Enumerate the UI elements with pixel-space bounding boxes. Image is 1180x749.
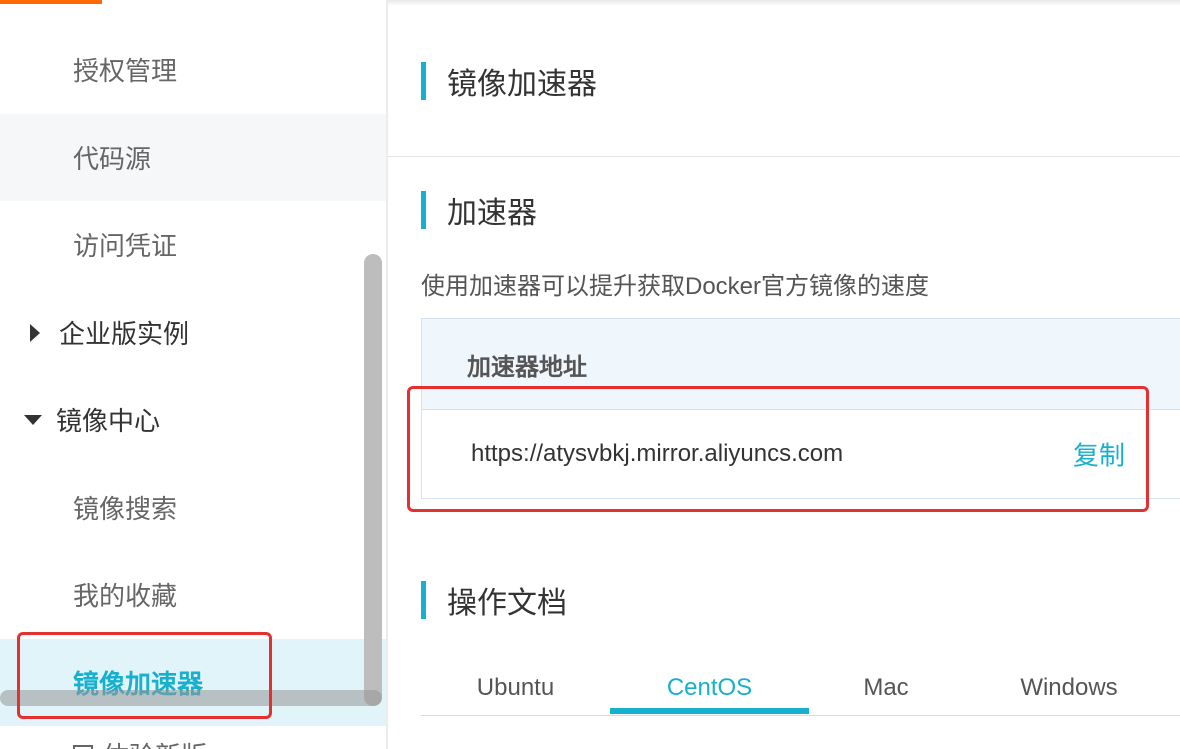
sidebar-item-label: 代码源 [73, 144, 152, 174]
highlight-box-address [407, 386, 1149, 512]
title-accent-bar [421, 581, 426, 619]
title-accent-bar [421, 191, 426, 229]
sidebar-item-access-credentials[interactable]: 访问凭证 [0, 201, 386, 288]
accelerator-section-title: 加速器 [421, 188, 537, 232]
caret-down-icon [24, 414, 42, 425]
page-title: 镜像加速器 [421, 59, 597, 103]
sidebar-divider [386, 0, 388, 749]
sidebar-item-favorites[interactable]: 我的收藏 [0, 551, 386, 638]
tab-label: Mac [863, 674, 909, 701]
tab-label: CentOS [666, 674, 753, 701]
highlight-box-sidebar-item [17, 632, 272, 719]
sidebar-item-authorization[interactable]: 授权管理 [0, 26, 386, 113]
active-tab-underline [610, 708, 809, 714]
sidebar-group-image-center[interactable]: 镜像中心 [0, 376, 386, 463]
brand-accent-bar [0, 0, 102, 4]
sidebar-item-try-new-version[interactable]: 体验新版 [73, 736, 207, 749]
docs-section-title: 操作文档 [421, 578, 567, 622]
divider [388, 156, 1180, 157]
accelerator-description: 使用加速器可以提升获取Docker官方镜像的速度 [421, 273, 930, 300]
accelerator-section-title-text: 加速器 [447, 197, 537, 230]
tab-windows[interactable]: Windows [963, 660, 1175, 716]
docs-section-title-text: 操作文档 [447, 587, 567, 620]
os-tabs: Ubuntu CentOS Mac Windows [421, 660, 1180, 716]
page-title-text: 镜像加速器 [447, 68, 597, 101]
sidebar-item-label: 体验新版 [103, 736, 207, 749]
tab-label: Windows [1020, 674, 1118, 701]
sidebar-item-image-search[interactable]: 镜像搜索 [0, 464, 386, 551]
sidebar-item-label: 授权管理 [73, 56, 178, 86]
vertical-scrollbar[interactable] [364, 254, 382, 706]
sidebar-item-label: 访问凭证 [73, 231, 178, 261]
sidebar-item-label: 我的收藏 [73, 581, 178, 611]
sidebar-group-label: 镜像中心 [56, 406, 161, 436]
sidebar-group-label: 企业版实例 [59, 319, 190, 349]
checkbox-icon[interactable] [73, 744, 93, 749]
sidebar-item-code-source[interactable]: 代码源 [0, 114, 386, 201]
tab-label: Ubuntu [476, 674, 555, 701]
sidebar-group-enterprise-instance[interactable]: 企业版实例 [0, 289, 386, 376]
sidebar-item-label: 镜像搜索 [73, 494, 178, 524]
title-accent-bar [421, 62, 426, 100]
tab-ubuntu[interactable]: Ubuntu [421, 660, 610, 716]
caret-right-icon [30, 323, 40, 342]
tab-mac[interactable]: Mac [809, 660, 963, 716]
